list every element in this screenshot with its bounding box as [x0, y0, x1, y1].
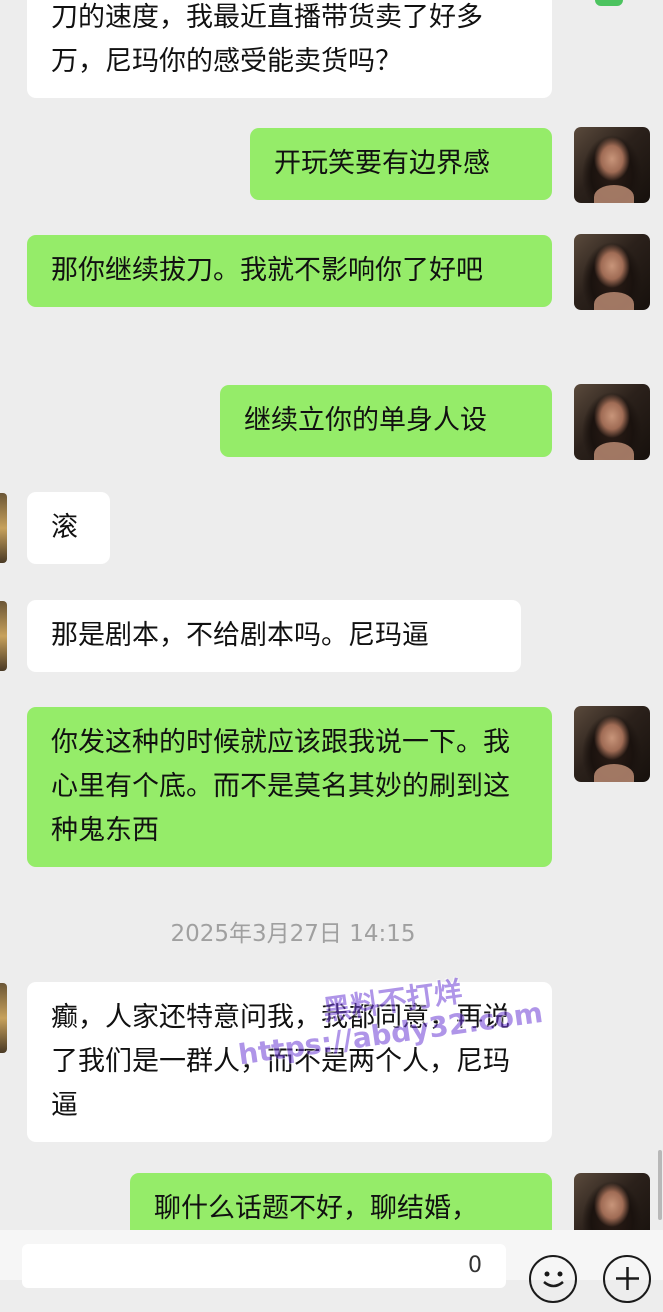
message-bubble-outgoing[interactable]: 开玩笑要有边界感 — [250, 128, 552, 200]
message-bubble-incoming[interactable]: 那是剧本，不给剧本吗。尼玛逼 — [27, 600, 521, 672]
message-bubble-incoming[interactable]: 滚 — [27, 492, 110, 564]
message-text: 刀的速度，我最近直播带货卖了好多万，尼玛你的感受能卖货吗？ — [51, 2, 483, 77]
top-edge-indicator — [595, 0, 623, 6]
emoji-icon[interactable] — [529, 1255, 577, 1303]
message-bubble-outgoing[interactable]: 那你继续拔刀。我就不影响你了好吧 — [27, 235, 552, 307]
contact-avatar[interactable] — [0, 493, 7, 563]
message-text: 开玩笑要有边界感 — [274, 148, 490, 179]
message-text: 滚 — [51, 512, 78, 543]
message-bubble-incoming[interactable]: 癫，人家还特意问我，我都同意，再说了我们是一群人，而不是两个人，尼玛逼 — [27, 982, 552, 1142]
message-text: 那是剧本，不给剧本吗。尼玛逼 — [51, 620, 429, 651]
plus-icon-glyph — [615, 1267, 639, 1290]
sender-avatar[interactable] — [574, 127, 650, 203]
contact-avatar[interactable] — [0, 601, 7, 671]
emoji-icon-glyph — [542, 1271, 564, 1288]
plus-icon[interactable] — [603, 1255, 651, 1303]
sender-avatar[interactable] — [574, 234, 650, 310]
scrollbar[interactable] — [658, 1150, 662, 1220]
message-bubble-outgoing[interactable]: 你发这种的时候就应该跟我说一下。我心里有个底。而不是莫名其妙的刷到这种鬼东西 — [27, 707, 552, 867]
message-text: 聊什么话题不好，聊结婚， — [154, 1193, 478, 1224]
message-bubble-incoming[interactable]: 刀的速度，我最近直播带货卖了好多万，尼玛你的感受能卖货吗？ — [27, 0, 552, 98]
message-text: 你发这种的时候就应该跟我说一下。我心里有个底。而不是莫名其妙的刷到这种鬼东西 — [51, 727, 510, 846]
sender-avatar[interactable] — [574, 384, 650, 460]
message-input[interactable]: 0 — [22, 1244, 506, 1288]
message-text: 那你继续拔刀。我就不影响你了好吧 — [51, 255, 483, 286]
message-text: 癫，人家还特意问我，我都同意，再说了我们是一群人，而不是两个人，尼玛逼 — [51, 1002, 510, 1121]
message-text: 继续立你的单身人设 — [244, 405, 487, 436]
sender-avatar[interactable] — [574, 706, 650, 782]
message-bubble-outgoing[interactable]: 继续立你的单身人设 — [220, 385, 552, 457]
contact-avatar[interactable] — [0, 983, 7, 1053]
timestamp-divider: 2025年3月27日 14:15 — [170, 921, 416, 947]
